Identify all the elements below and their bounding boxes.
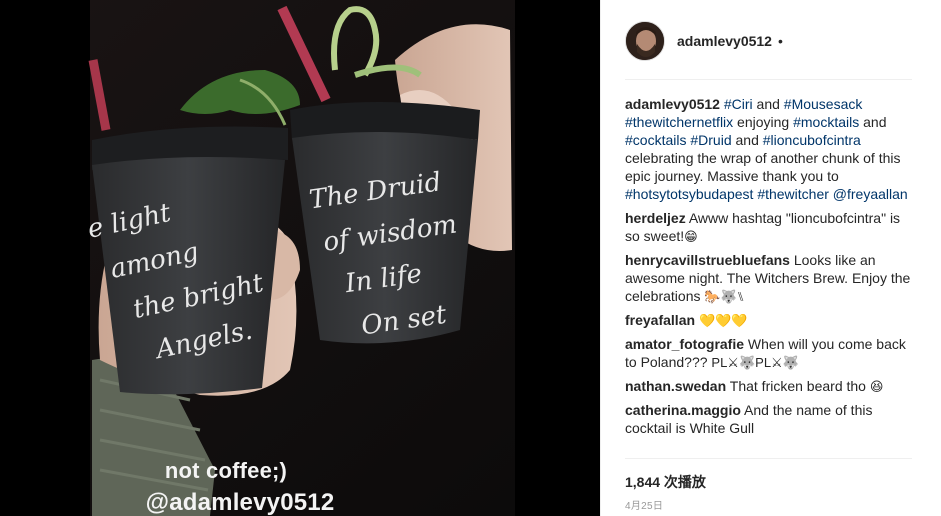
caption-text: enjoying: [733, 114, 794, 130]
avatar-portrait-icon: [626, 22, 664, 60]
caption-text: and: [752, 96, 784, 112]
comment-emoji: 💛💛💛: [698, 313, 748, 328]
post-caption: adamlevy0512 #Ciri and #Mousesack #thewi…: [625, 95, 915, 203]
comment-item: nathan.swedan That fricken beard tho 😆: [625, 377, 915, 396]
avatar[interactable]: [625, 21, 665, 61]
caption-text: and: [859, 114, 887, 130]
follow-separator-dot: •: [777, 33, 783, 49]
hashtag-link[interactable]: #thewitcher: [757, 186, 829, 202]
hashtag-link[interactable]: #Druid: [690, 132, 731, 148]
hashtag-link[interactable]: #lioncubofcintra: [763, 132, 861, 148]
comment-username[interactable]: herdeljez: [625, 210, 686, 226]
hashtag-link[interactable]: #mocktails: [793, 114, 859, 130]
video-frame: [0, 0, 600, 516]
comment-username[interactable]: amator_fotografie: [625, 336, 744, 352]
comment-item: catherina.maggio And the name of this co…: [625, 401, 915, 438]
post-sidebar: adamlevy0512 • adamlevy0512 #Ciri and #M…: [600, 0, 941, 516]
header-divider: [625, 79, 912, 80]
comment-emoji: 😁: [684, 229, 698, 244]
view-count[interactable]: 1,844 次播放: [625, 472, 706, 492]
video-overlay-handle: @adamlevy0512: [145, 489, 335, 516]
video-player[interactable]: e light among the bright Angels. The Dru…: [0, 0, 600, 516]
hashtag-link[interactable]: #Mousesack: [784, 96, 863, 112]
comment-emoji: 😆: [869, 379, 884, 394]
comment-item: amator_fotografie When will you come bac…: [625, 335, 915, 372]
hashtag-link[interactable]: #Ciri: [724, 96, 753, 112]
comment-username[interactable]: nathan.swedan: [625, 378, 726, 394]
caption-text: celebrating the wrap of another chunk of…: [625, 150, 901, 184]
comment-text: That fricken beard tho: [729, 378, 866, 394]
comment-item: freyafallan 💛💛💛: [625, 311, 915, 330]
comment-item: henrycavillstruebluefans Looks like an a…: [625, 251, 915, 306]
post-author-username[interactable]: adamlevy0512: [677, 33, 772, 49]
comment-list: adamlevy0512 #Ciri and #Mousesack #thewi…: [625, 95, 915, 443]
comment-username[interactable]: henrycavillstruebluefans: [625, 252, 790, 268]
comment-item: herdeljez Awww hashtag "lioncubofcintra"…: [625, 209, 915, 246]
comment-emoji: 🐎🐺⑊: [704, 289, 745, 304]
comment-username[interactable]: catherina.maggio: [625, 402, 741, 418]
stats-divider: [625, 458, 912, 459]
caption-text: and: [731, 132, 763, 148]
post-date[interactable]: 4月25日: [625, 497, 663, 512]
hashtag-link[interactable]: #cocktails: [625, 132, 686, 148]
hashtag-link[interactable]: #hotsytotsybudapest: [625, 186, 753, 202]
video-overlay-text: not coffee;): [164, 458, 288, 483]
post-header: adamlevy0512 •: [625, 20, 783, 62]
caption-username[interactable]: adamlevy0512: [625, 96, 720, 112]
hashtag-link[interactable]: #thewitchernetflix: [625, 114, 733, 130]
mention-link[interactable]: @freyaallan: [833, 186, 908, 202]
comment-username[interactable]: freyafallan: [625, 312, 695, 328]
right-cup-writing: The Druid of wisdom In life On set: [306, 159, 472, 353]
comment-emoji: PL⚔🐺PL⚔🐺: [711, 355, 799, 370]
